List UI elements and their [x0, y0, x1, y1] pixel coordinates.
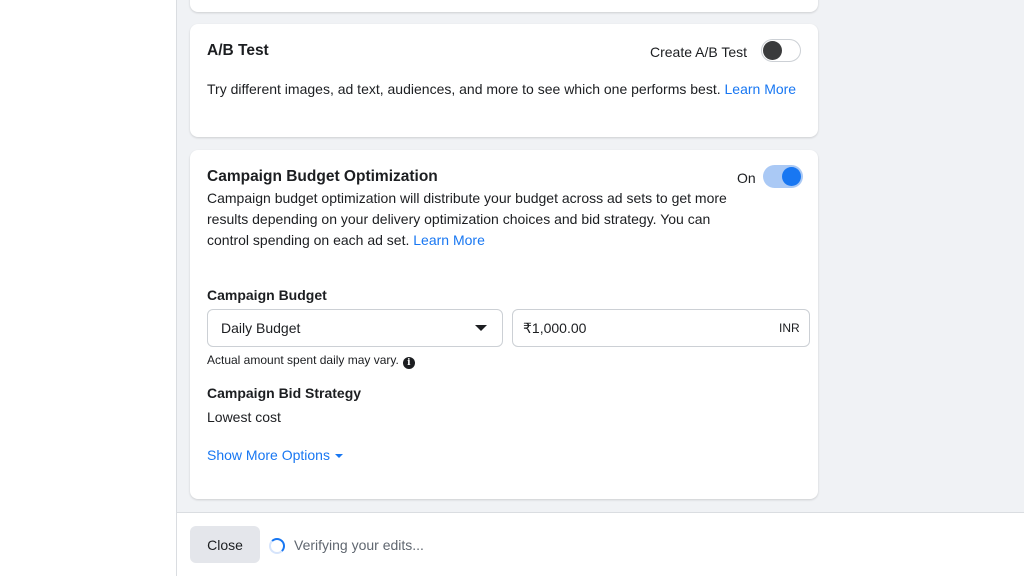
cbo-card: Campaign Budget Optimization On Campaign…: [190, 150, 818, 499]
verifying-status: Verifying your edits...: [294, 537, 424, 553]
left-panel: [0, 0, 177, 576]
ab-test-description-text: Try different images, ad text, audiences…: [207, 81, 721, 97]
budget-hint: Actual amount spent daily may vary. i: [207, 353, 415, 369]
bid-strategy-label: Campaign Bid Strategy: [207, 385, 362, 401]
cbo-toggle-label: On: [737, 170, 756, 186]
previous-card: [190, 0, 818, 12]
caret-down-icon: [475, 325, 487, 331]
budget-type-select[interactable]: Daily Budget: [207, 309, 503, 347]
campaign-budget-label: Campaign Budget: [207, 287, 327, 303]
show-more-options-label: Show More Options: [207, 447, 330, 463]
bid-strategy-value: Lowest cost: [207, 409, 281, 425]
loading-spinner-icon: [269, 538, 285, 554]
caret-down-icon: [334, 454, 343, 458]
budget-hint-text: Actual amount spent daily may vary.: [207, 353, 399, 367]
ab-test-toggle-label: Create A/B Test: [650, 44, 748, 60]
ab-test-learn-more-link[interactable]: Learn More: [725, 81, 797, 97]
cbo-title: Campaign Budget Optimization: [207, 168, 438, 185]
cbo-description: Campaign budget optimization will distri…: [207, 188, 727, 251]
toggle-knob: [763, 41, 782, 60]
ab-test-description: Try different images, ad text, audiences…: [207, 79, 807, 100]
content-area: A/B Test Create A/B Test Try different i…: [177, 0, 1024, 512]
cbo-learn-more-link[interactable]: Learn More: [413, 232, 485, 248]
close-button[interactable]: Close: [190, 526, 260, 563]
info-icon[interactable]: i: [402, 357, 415, 369]
toggle-knob: [782, 167, 801, 186]
show-more-options-link[interactable]: Show More Options: [207, 447, 343, 463]
ab-test-card: A/B Test Create A/B Test Try different i…: [190, 24, 818, 137]
currency-label: INR: [779, 321, 800, 335]
budget-type-value: Daily Budget: [221, 320, 301, 336]
cbo-toggle[interactable]: [763, 165, 803, 188]
ab-test-title: A/B Test: [207, 42, 269, 59]
footer-bar: Close Verifying your edits...: [177, 512, 1024, 576]
ab-test-toggle[interactable]: [761, 39, 801, 62]
budget-amount-input[interactable]: [512, 309, 810, 347]
